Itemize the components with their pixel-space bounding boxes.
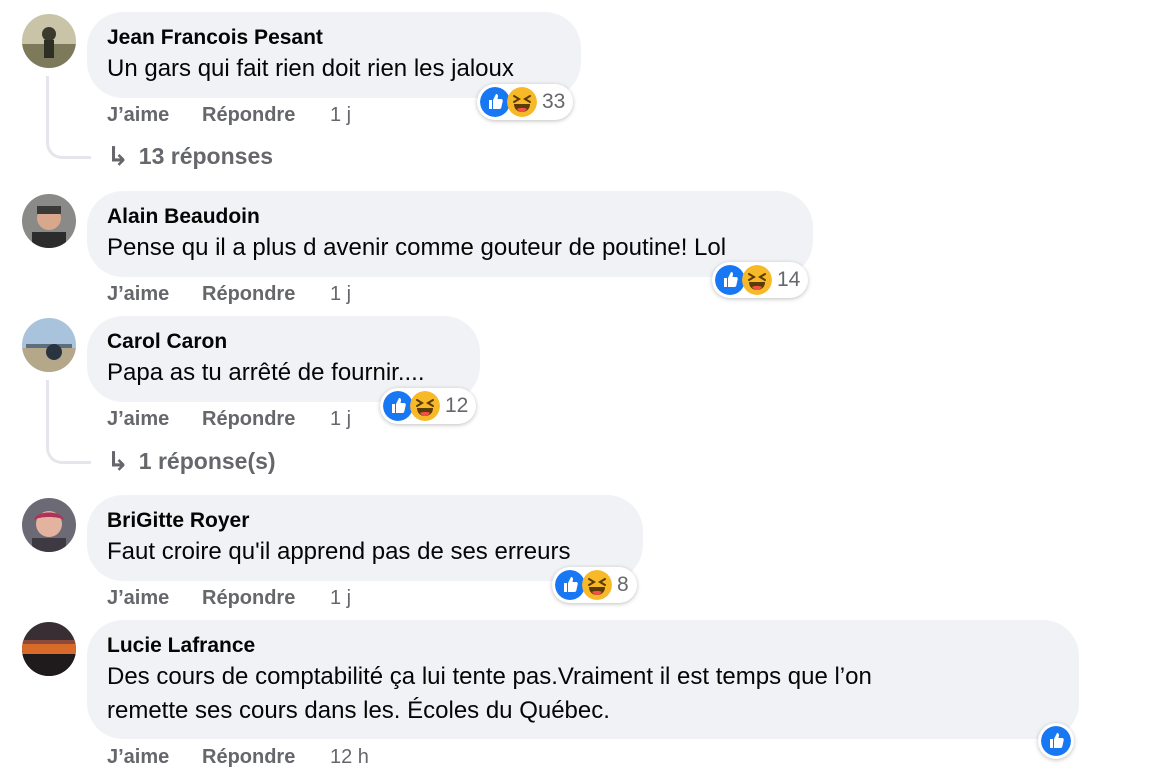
comment-actions: J’aime Répondre 12 h bbox=[107, 744, 369, 770]
avatar[interactable] bbox=[22, 318, 76, 372]
comment-text: Papa as tu arrêté de fournir.... bbox=[107, 359, 425, 386]
reaction-count: 8 bbox=[617, 573, 629, 596]
replies-count-label: 13 réponses bbox=[138, 143, 274, 169]
thumbs-up-icon bbox=[715, 265, 745, 295]
comment-actions: J’aime Répondre 1 j bbox=[107, 406, 351, 432]
laughing-emoji-icon bbox=[742, 265, 772, 295]
comment-text: Pense qu il a plus d avenir comme gouteu… bbox=[107, 234, 727, 261]
comment-author[interactable]: BriGitte Royer bbox=[107, 507, 623, 535]
thread-line bbox=[46, 380, 91, 464]
like-button[interactable]: J’aime bbox=[107, 102, 202, 128]
comment-text-line-2: remette ses cours dans les. Écoles du Qu… bbox=[107, 697, 610, 724]
laughing-emoji-icon bbox=[410, 391, 440, 421]
comment-author[interactable]: Carol Caron bbox=[107, 328, 460, 356]
timestamp[interactable]: 1 j bbox=[330, 585, 351, 611]
avatar[interactable] bbox=[22, 14, 76, 68]
comment-text-line-1: Des cours de comptabilité ça lui tente p… bbox=[107, 663, 872, 690]
comment-actions: J’aime Répondre 1 j bbox=[107, 281, 351, 307]
timestamp[interactable]: 1 j bbox=[330, 102, 351, 128]
comment-author[interactable]: Lucie Lafrance bbox=[107, 632, 1059, 660]
laughing-emoji-icon bbox=[507, 87, 537, 117]
avatar[interactable] bbox=[22, 498, 76, 552]
reply-arrow-icon: ↳ bbox=[107, 141, 129, 171]
timestamp[interactable]: 12 h bbox=[330, 744, 369, 770]
like-button[interactable]: J’aime bbox=[107, 281, 202, 307]
thread-line bbox=[46, 76, 91, 159]
comment-author[interactable]: Alain Beaudoin bbox=[107, 203, 793, 231]
comment-text: Faut croire qu'il apprend pas de ses err… bbox=[107, 538, 571, 565]
reaction-count: 33 bbox=[542, 90, 566, 113]
comment-bubble: Alain Beaudoin Pense qu il a plus d aven… bbox=[87, 191, 813, 277]
reply-button[interactable]: Répondre bbox=[202, 102, 330, 128]
comment-author[interactable]: Jean Francois Pesant bbox=[107, 24, 561, 52]
thumbs-up-icon bbox=[383, 391, 413, 421]
replies-count-label: 1 réponse(s) bbox=[138, 448, 276, 474]
reaction-count: 12 bbox=[445, 394, 469, 417]
view-replies-link[interactable]: ↳ 1 réponse(s) bbox=[107, 446, 276, 477]
reaction-summary[interactable]: 12 bbox=[380, 388, 477, 424]
comment-actions: J’aime Répondre 1 j bbox=[107, 585, 351, 611]
thumbs-up-icon bbox=[480, 87, 510, 117]
reply-arrow-icon: ↳ bbox=[107, 446, 129, 476]
reply-button[interactable]: Répondre bbox=[202, 744, 330, 770]
reply-button[interactable]: Répondre bbox=[202, 585, 330, 611]
thumbs-up-icon bbox=[555, 570, 585, 600]
reaction-summary[interactable] bbox=[1038, 723, 1074, 759]
reply-button[interactable]: Répondre bbox=[202, 406, 330, 432]
reaction-summary[interactable]: 33 bbox=[477, 84, 574, 120]
avatar[interactable] bbox=[22, 194, 76, 248]
comment-actions: J’aime Répondre 1 j bbox=[107, 102, 351, 128]
like-button[interactable]: J’aime bbox=[107, 406, 202, 432]
comment-text: Un gars qui fait rien doit rien les jalo… bbox=[107, 55, 514, 82]
view-replies-link[interactable]: ↳ 13 réponses bbox=[107, 141, 273, 172]
timestamp[interactable]: 1 j bbox=[330, 281, 351, 307]
reaction-summary[interactable]: 14 bbox=[712, 262, 809, 298]
laughing-emoji-icon bbox=[582, 570, 612, 600]
like-button[interactable]: J’aime bbox=[107, 744, 202, 770]
comment-bubble: BriGitte Royer Faut croire qu'il apprend… bbox=[87, 495, 643, 581]
reaction-summary[interactable]: 8 bbox=[552, 567, 637, 603]
thumbs-up-icon bbox=[1041, 726, 1071, 756]
like-button[interactable]: J’aime bbox=[107, 585, 202, 611]
reaction-count: 14 bbox=[777, 268, 801, 291]
timestamp[interactable]: 1 j bbox=[330, 406, 351, 432]
comment-bubble: Lucie Lafrance Des cours de comptabilité… bbox=[87, 620, 1079, 739]
avatar[interactable] bbox=[22, 622, 76, 676]
reply-button[interactable]: Répondre bbox=[202, 281, 330, 307]
